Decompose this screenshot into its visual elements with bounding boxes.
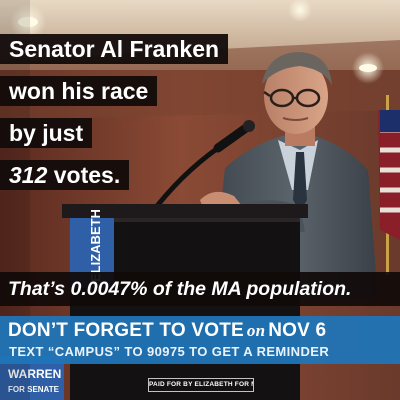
vote-reminder-banner: DON’T FORGET TO VOTE on NOV 6 TEXT “CAMPUS… (0, 316, 400, 364)
vote-reminder-headline: DON’T FORGET TO VOTE on NOV 6 (8, 319, 326, 343)
headline-line-3: by just (0, 118, 93, 148)
election-date: NOV 6 (268, 320, 327, 341)
campaign-graphic: ELIZABETH WARREN FOR SENATE Senator Al F… (0, 0, 400, 400)
vote-count: 312 (9, 162, 48, 188)
headline-line-2: won his race (0, 76, 158, 106)
flag-canton (380, 110, 400, 132)
paid-for-disclaimer: PAID FOR BY ELIZABETH FOR MA (148, 378, 254, 392)
ceiling-light-2-bulb (359, 64, 377, 72)
headline-line-4-rest: votes. (47, 162, 121, 188)
headline-line-1-text: Senator Al Franken (9, 36, 220, 62)
headline-line-4: 312 votes. (0, 160, 130, 190)
text-reminder-instruction: TEXT “CAMPUS” TO 90975 TO GET A REMINDER (9, 344, 330, 359)
population-stat: That’s 0.0047% of the MA population. (0, 272, 400, 306)
vote-reminder-on: on (246, 321, 266, 340)
vote-reminder-text: DON’T FORGET TO VOTE (8, 320, 244, 341)
headline-line-1: Senator Al Franken (0, 34, 229, 64)
headline-line-3-text: by just (9, 120, 84, 146)
headline-line-2-text: won his race (9, 78, 149, 104)
